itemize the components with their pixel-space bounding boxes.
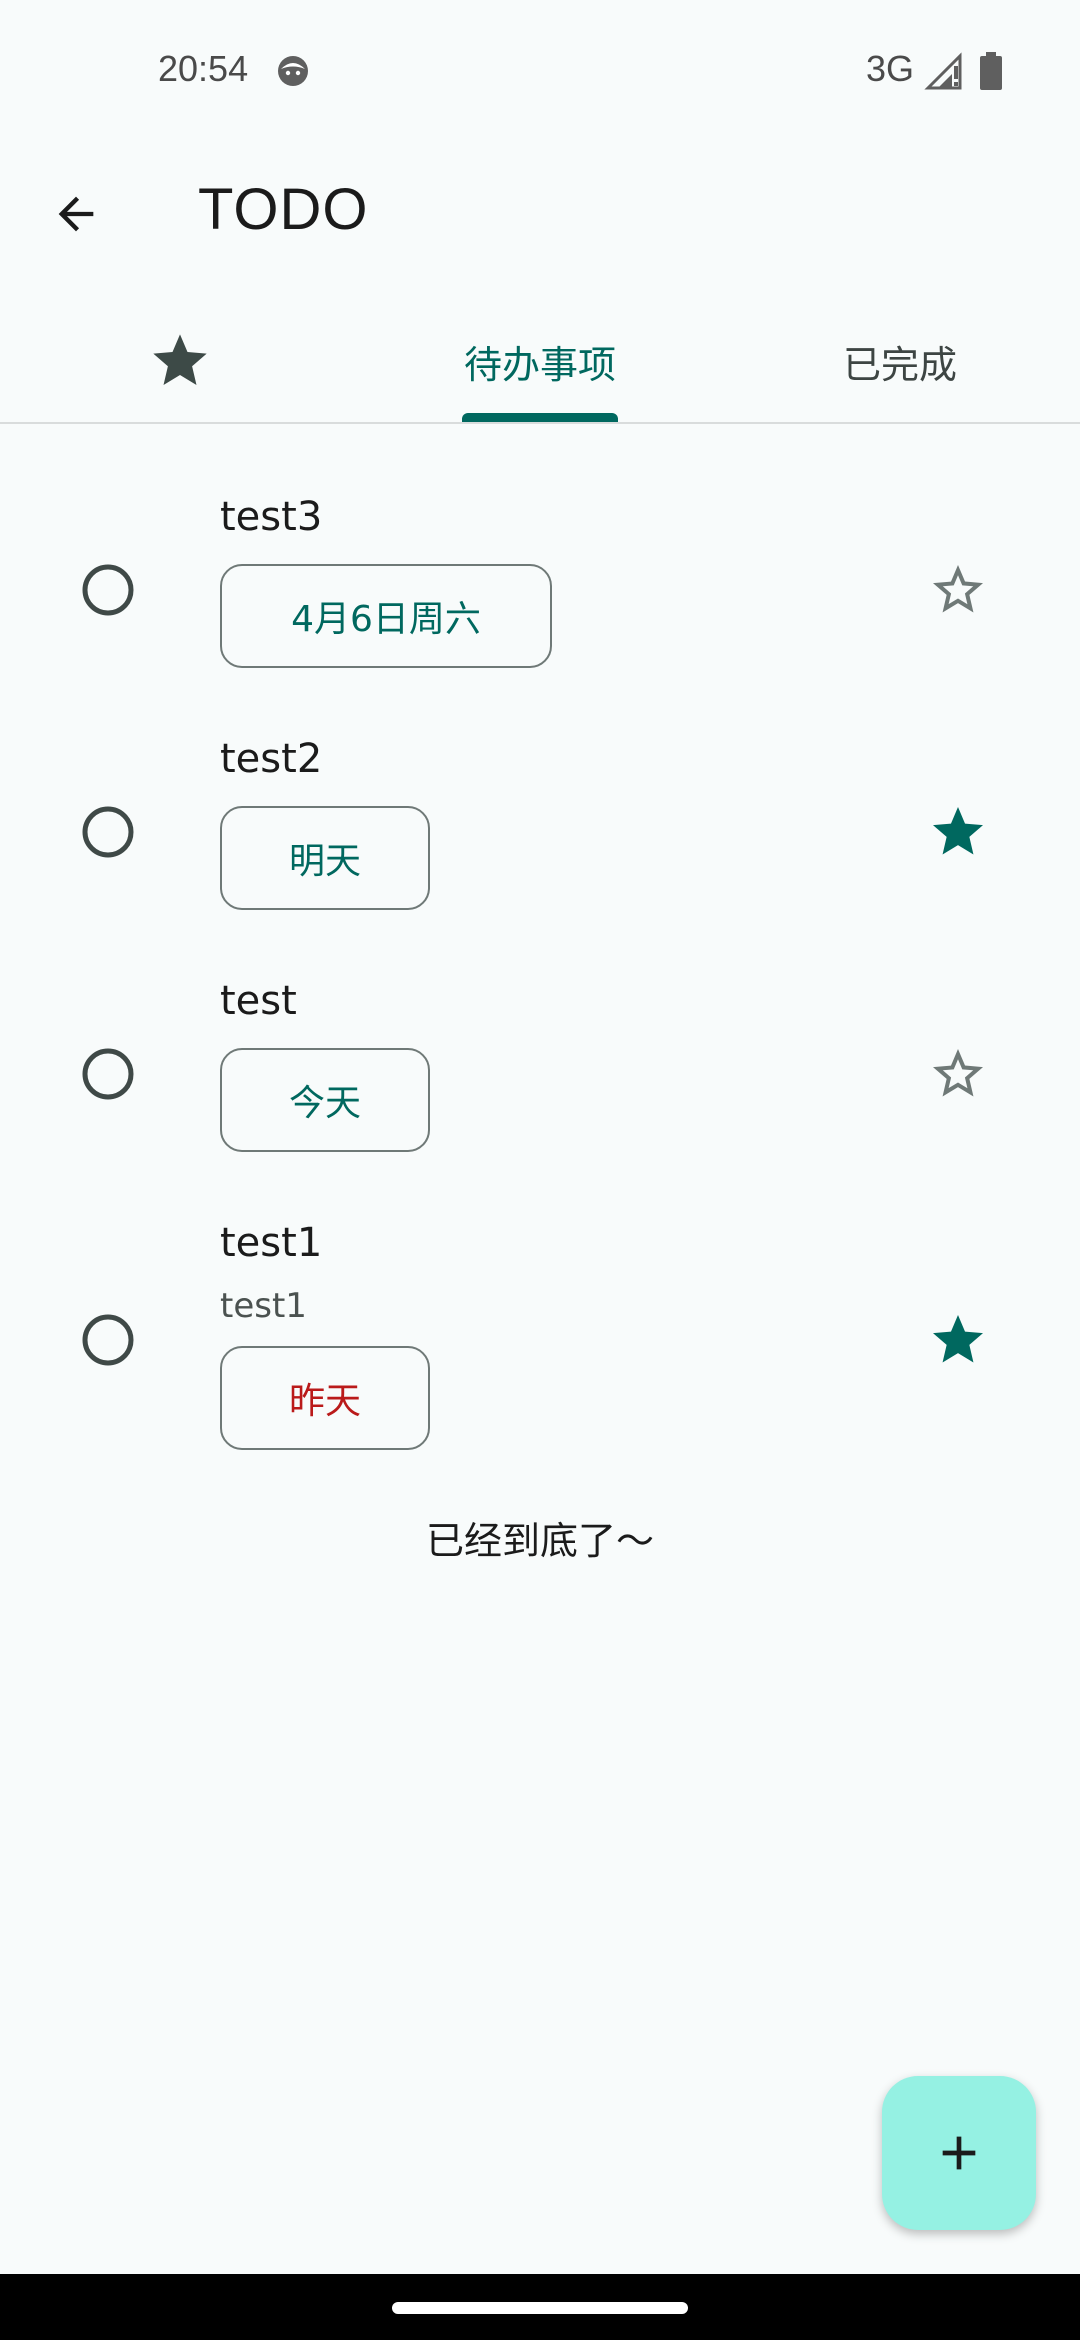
task-title: test1 <box>220 1220 323 1266</box>
list-end-text: 已经到底了～ <box>425 1519 654 1563</box>
circle-checkbox-icon[interactable] <box>80 1046 136 1102</box>
add-task-button[interactable] <box>882 2076 1036 2230</box>
tab-completed[interactable]: 已完成 <box>720 300 1080 422</box>
navigation-bar <box>0 2274 1080 2340</box>
status-bar: 20:54 3G <box>0 0 1080 140</box>
date-chip[interactable]: 明天 <box>220 806 430 910</box>
battery-icon <box>980 52 1002 90</box>
date-chip[interactable]: 今天 <box>220 1048 430 1152</box>
page-title: TODO <box>198 177 369 242</box>
plus-icon <box>942 2136 976 2170</box>
task-title: test2 <box>220 736 323 782</box>
circle-checkbox-icon[interactable] <box>80 1312 136 1368</box>
back-button[interactable] <box>36 174 116 254</box>
star-filled-icon[interactable] <box>928 1310 988 1370</box>
task-title: test <box>220 978 297 1024</box>
circle-checkbox-icon[interactable] <box>80 562 136 618</box>
star-outline-icon[interactable] <box>928 1044 988 1104</box>
app-bar: TODO <box>0 140 1080 280</box>
circle-checkbox-icon[interactable] <box>80 804 136 860</box>
date-chip[interactable]: 昨天 <box>220 1346 430 1450</box>
date-chip[interactable]: 4月6日周六 <box>220 564 552 668</box>
signal-icon <box>924 52 962 90</box>
list-item[interactable]: test1 test1 昨天 <box>0 1196 1080 1476</box>
star-icon <box>153 334 207 385</box>
face-notification-icon <box>278 56 308 86</box>
list-item[interactable]: test 今天 <box>0 954 1080 1184</box>
star-outline-icon[interactable] <box>928 560 988 620</box>
home-handle[interactable] <box>392 2302 688 2314</box>
list-item[interactable]: test3 4月6日周六 <box>0 470 1080 700</box>
arrow-back-icon <box>58 196 94 232</box>
tab-starred[interactable] <box>0 300 360 422</box>
task-note: test1 <box>220 1286 307 1326</box>
task-title: test3 <box>220 494 323 540</box>
tab-bar: 待办事项 已完成 <box>0 300 1080 424</box>
status-time: 20:54 <box>158 48 249 89</box>
tab-indicator <box>462 413 618 422</box>
tab-todo[interactable]: 待办事项 <box>360 300 720 422</box>
list-item[interactable]: test2 明天 <box>0 712 1080 942</box>
network-type: 3G <box>866 48 915 89</box>
star-filled-icon[interactable] <box>928 802 988 862</box>
